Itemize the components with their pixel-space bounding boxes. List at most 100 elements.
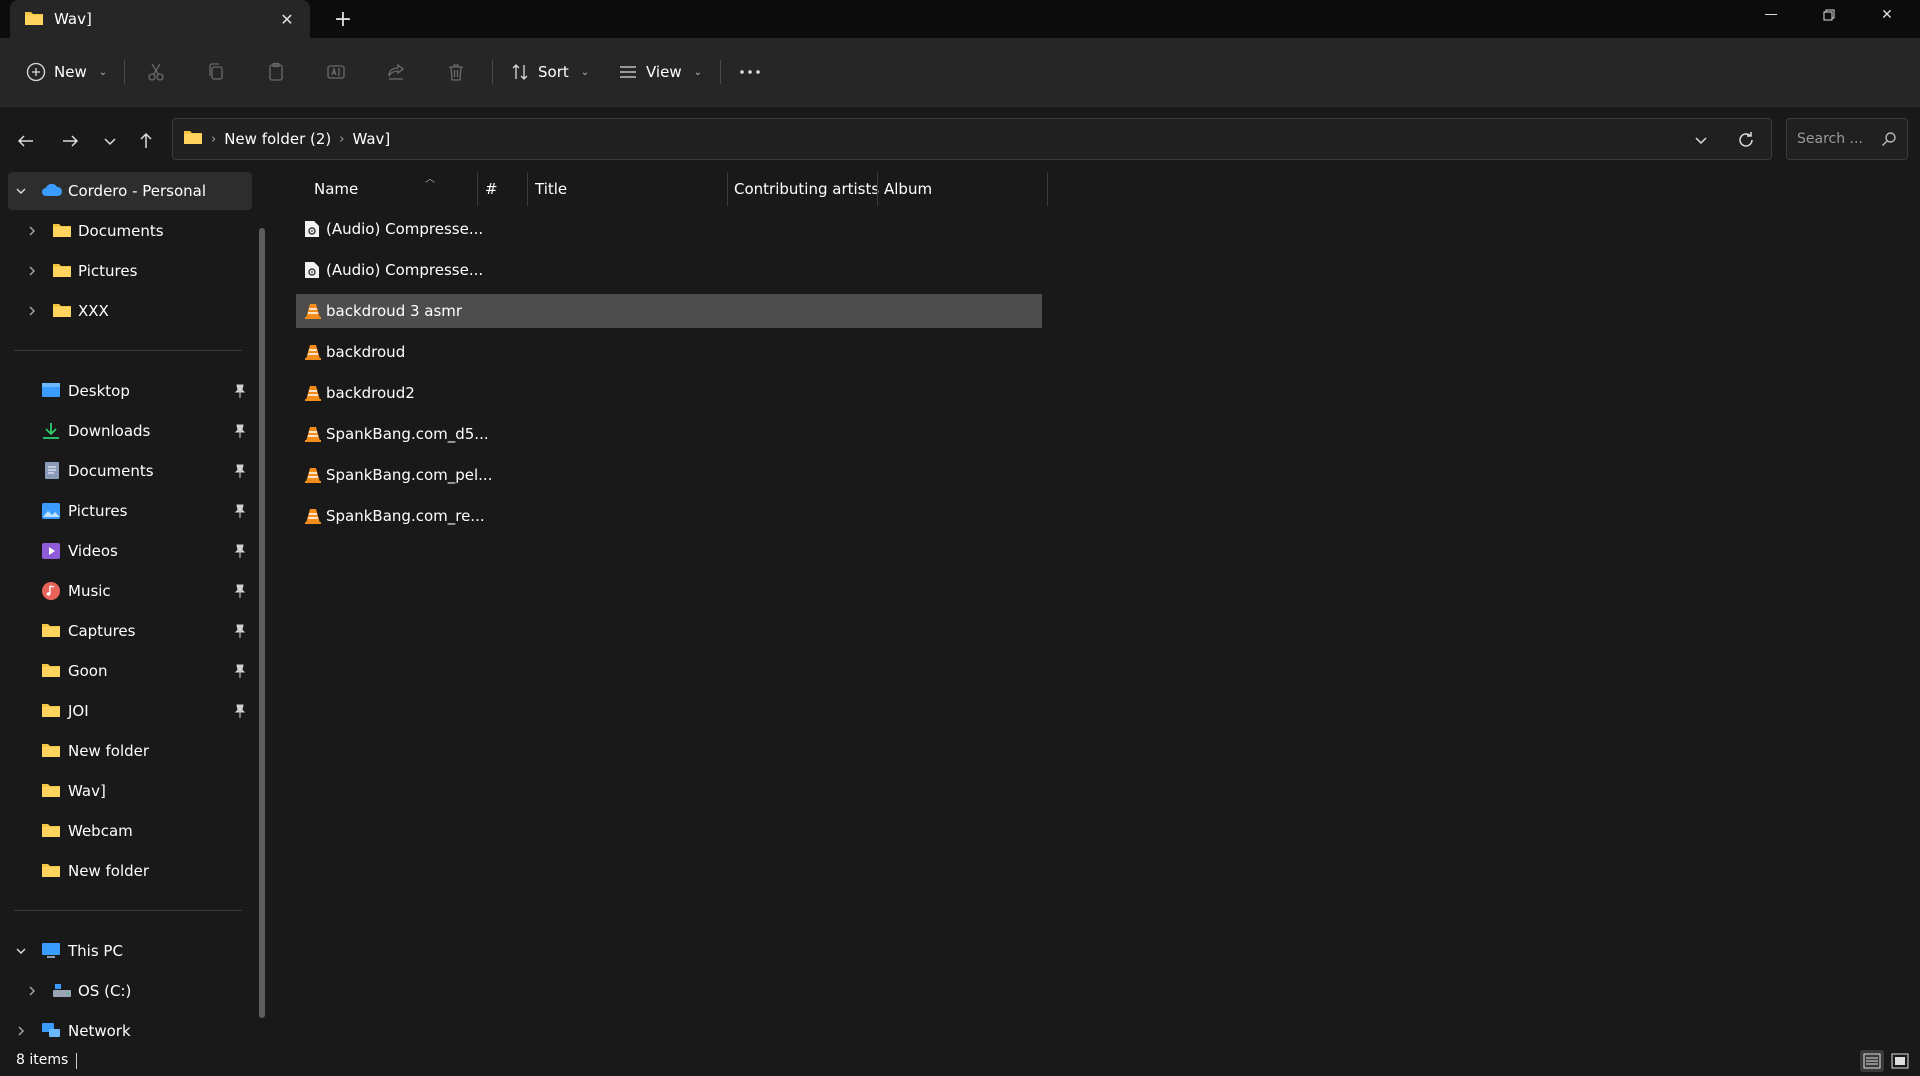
pin-icon[interactable] (234, 584, 246, 602)
chevron-right-icon[interactable] (25, 224, 39, 238)
sidebar-item-wav[interactable]: Wav] (8, 772, 252, 810)
sidebar-item-new-folder-2[interactable]: New folder (8, 852, 252, 890)
sidebar-item-label: XXX (78, 302, 109, 320)
chevron-right-icon[interactable] (25, 264, 39, 278)
restore-icon[interactable] (1800, 0, 1858, 30)
column-header-name[interactable]: Name ︿ (314, 172, 464, 206)
file-row-selected[interactable]: backdroud 3 asmr (296, 294, 1042, 328)
sidebar-item-captures[interactable]: Captures (8, 612, 252, 650)
pin-icon[interactable] (234, 384, 246, 402)
sidebar-item-onedrive-documents[interactable]: Documents (8, 212, 252, 250)
sidebar-scrollbar[interactable] (259, 228, 265, 1018)
chevron-down-icon[interactable] (14, 944, 28, 958)
address-dropdown-button[interactable] (1688, 127, 1714, 153)
sidebar-item-music[interactable]: Music (8, 572, 252, 610)
sidebar-item-label: Documents (68, 462, 154, 480)
chevron-right-icon[interactable] (25, 304, 39, 318)
close-icon[interactable]: ✕ (1858, 0, 1916, 30)
sort-button[interactable]: Sort ⌄ (510, 54, 589, 90)
column-header-number[interactable]: # (485, 172, 525, 206)
chevron-right-icon: › (211, 131, 217, 147)
delete-button[interactable] (446, 54, 466, 90)
pin-icon[interactable] (234, 624, 246, 642)
column-divider[interactable] (527, 172, 528, 206)
file-row[interactable]: (Audio) Compresse... (296, 253, 1042, 287)
sidebar-item-onedrive[interactable]: Cordero - Personal (8, 172, 252, 210)
file-row[interactable]: (Audio) Compresse... (296, 212, 1042, 246)
cloud-icon (41, 182, 63, 202)
pin-icon[interactable] (234, 424, 246, 442)
folder-icon (41, 862, 63, 882)
sidebar-item-this-pc[interactable]: This PC (8, 932, 252, 970)
column-header-album[interactable]: Album (884, 172, 1034, 206)
column-header-title[interactable]: Title (535, 172, 685, 206)
column-divider[interactable] (727, 172, 728, 206)
sidebar-item-downloads[interactable]: Downloads (8, 412, 252, 450)
up-button[interactable] (132, 127, 160, 155)
pin-icon[interactable] (234, 464, 246, 482)
sidebar-item-pictures[interactable]: Pictures (8, 492, 252, 530)
pin-icon[interactable] (234, 664, 246, 682)
add-circle-icon (26, 62, 46, 82)
column-divider[interactable] (877, 172, 878, 206)
chevron-right-icon[interactable] (14, 1024, 28, 1038)
file-row[interactable]: SpankBang.com_pel... (296, 458, 1042, 492)
view-button[interactable]: View ⌄ (618, 54, 702, 90)
search-box[interactable] (1786, 118, 1908, 160)
pin-icon[interactable] (234, 504, 246, 522)
sidebar-item-onedrive-xxx[interactable]: XXX (8, 292, 252, 330)
network-icon (41, 1022, 63, 1042)
recent-locations-button[interactable] (96, 127, 124, 155)
column-header-label: Album (884, 180, 933, 198)
column-divider[interactable] (1047, 172, 1048, 206)
column-header-label: Contributing artists (734, 180, 880, 198)
breadcrumb-item[interactable]: Wav] (352, 130, 390, 148)
details-view-button[interactable] (1860, 1050, 1884, 1072)
breadcrumb-item[interactable]: New folder (2) (224, 130, 331, 148)
sidebar-item-onedrive-pictures[interactable]: Pictures (8, 252, 252, 290)
back-button[interactable] (12, 127, 40, 155)
new-button[interactable]: New ⌄ (26, 54, 107, 90)
file-row[interactable]: backdroud2 (296, 376, 1042, 410)
search-input[interactable] (1787, 119, 1882, 159)
chevron-down-icon[interactable] (14, 184, 28, 198)
sidebar-item-desktop[interactable]: Desktop (8, 372, 252, 410)
paste-button[interactable] (266, 54, 286, 90)
pin-icon[interactable] (234, 704, 246, 722)
file-row[interactable]: backdroud (296, 335, 1042, 369)
pin-icon[interactable] (234, 544, 246, 562)
refresh-button[interactable] (1733, 127, 1759, 153)
sidebar-item-goon[interactable]: Goon (8, 652, 252, 690)
sidebar-item-videos[interactable]: Videos (8, 532, 252, 570)
sidebar-item-label: JOI (68, 702, 89, 720)
arrow-up-icon (140, 132, 152, 148)
sidebar-item-joi[interactable]: JOI (8, 692, 252, 730)
new-tab-button[interactable]: + (330, 6, 356, 32)
cut-button[interactable] (146, 54, 166, 90)
close-tab-icon[interactable]: ✕ (276, 8, 298, 30)
command-bar: New ⌄ Sort ⌄ View ⌄ (0, 38, 1920, 106)
file-row[interactable]: SpankBang.com_re... (296, 499, 1042, 533)
chevron-right-icon[interactable] (25, 984, 39, 998)
sidebar-item-label: Documents (78, 222, 164, 240)
column-divider[interactable] (477, 172, 478, 206)
sidebar-item-webcam[interactable]: Webcam (8, 812, 252, 850)
folder-icon (52, 302, 74, 322)
sidebar-item-os-drive[interactable]: OS (C:) (8, 972, 252, 1010)
address-bar[interactable]: › New folder (2) › Wav] (172, 118, 1772, 160)
copy-button[interactable] (206, 54, 226, 90)
tiles-view-button[interactable] (1888, 1050, 1912, 1072)
explorer-tab[interactable]: Wav] ✕ (10, 0, 310, 38)
more-options-button[interactable] (738, 54, 762, 90)
column-header-contributing-artists[interactable]: Contributing artists (734, 172, 884, 206)
sidebar-item-network[interactable]: Network (8, 1012, 252, 1050)
share-button[interactable] (386, 54, 406, 90)
chevron-down-icon: ⌄ (693, 66, 702, 78)
copy-icon (206, 62, 226, 82)
minimize-icon[interactable] (1742, 0, 1800, 30)
sidebar-item-new-folder[interactable]: New folder (8, 732, 252, 770)
forward-button[interactable] (56, 127, 84, 155)
rename-button[interactable] (326, 54, 346, 90)
sidebar-item-documents[interactable]: Documents (8, 452, 252, 490)
file-row[interactable]: SpankBang.com_d5... (296, 417, 1042, 451)
